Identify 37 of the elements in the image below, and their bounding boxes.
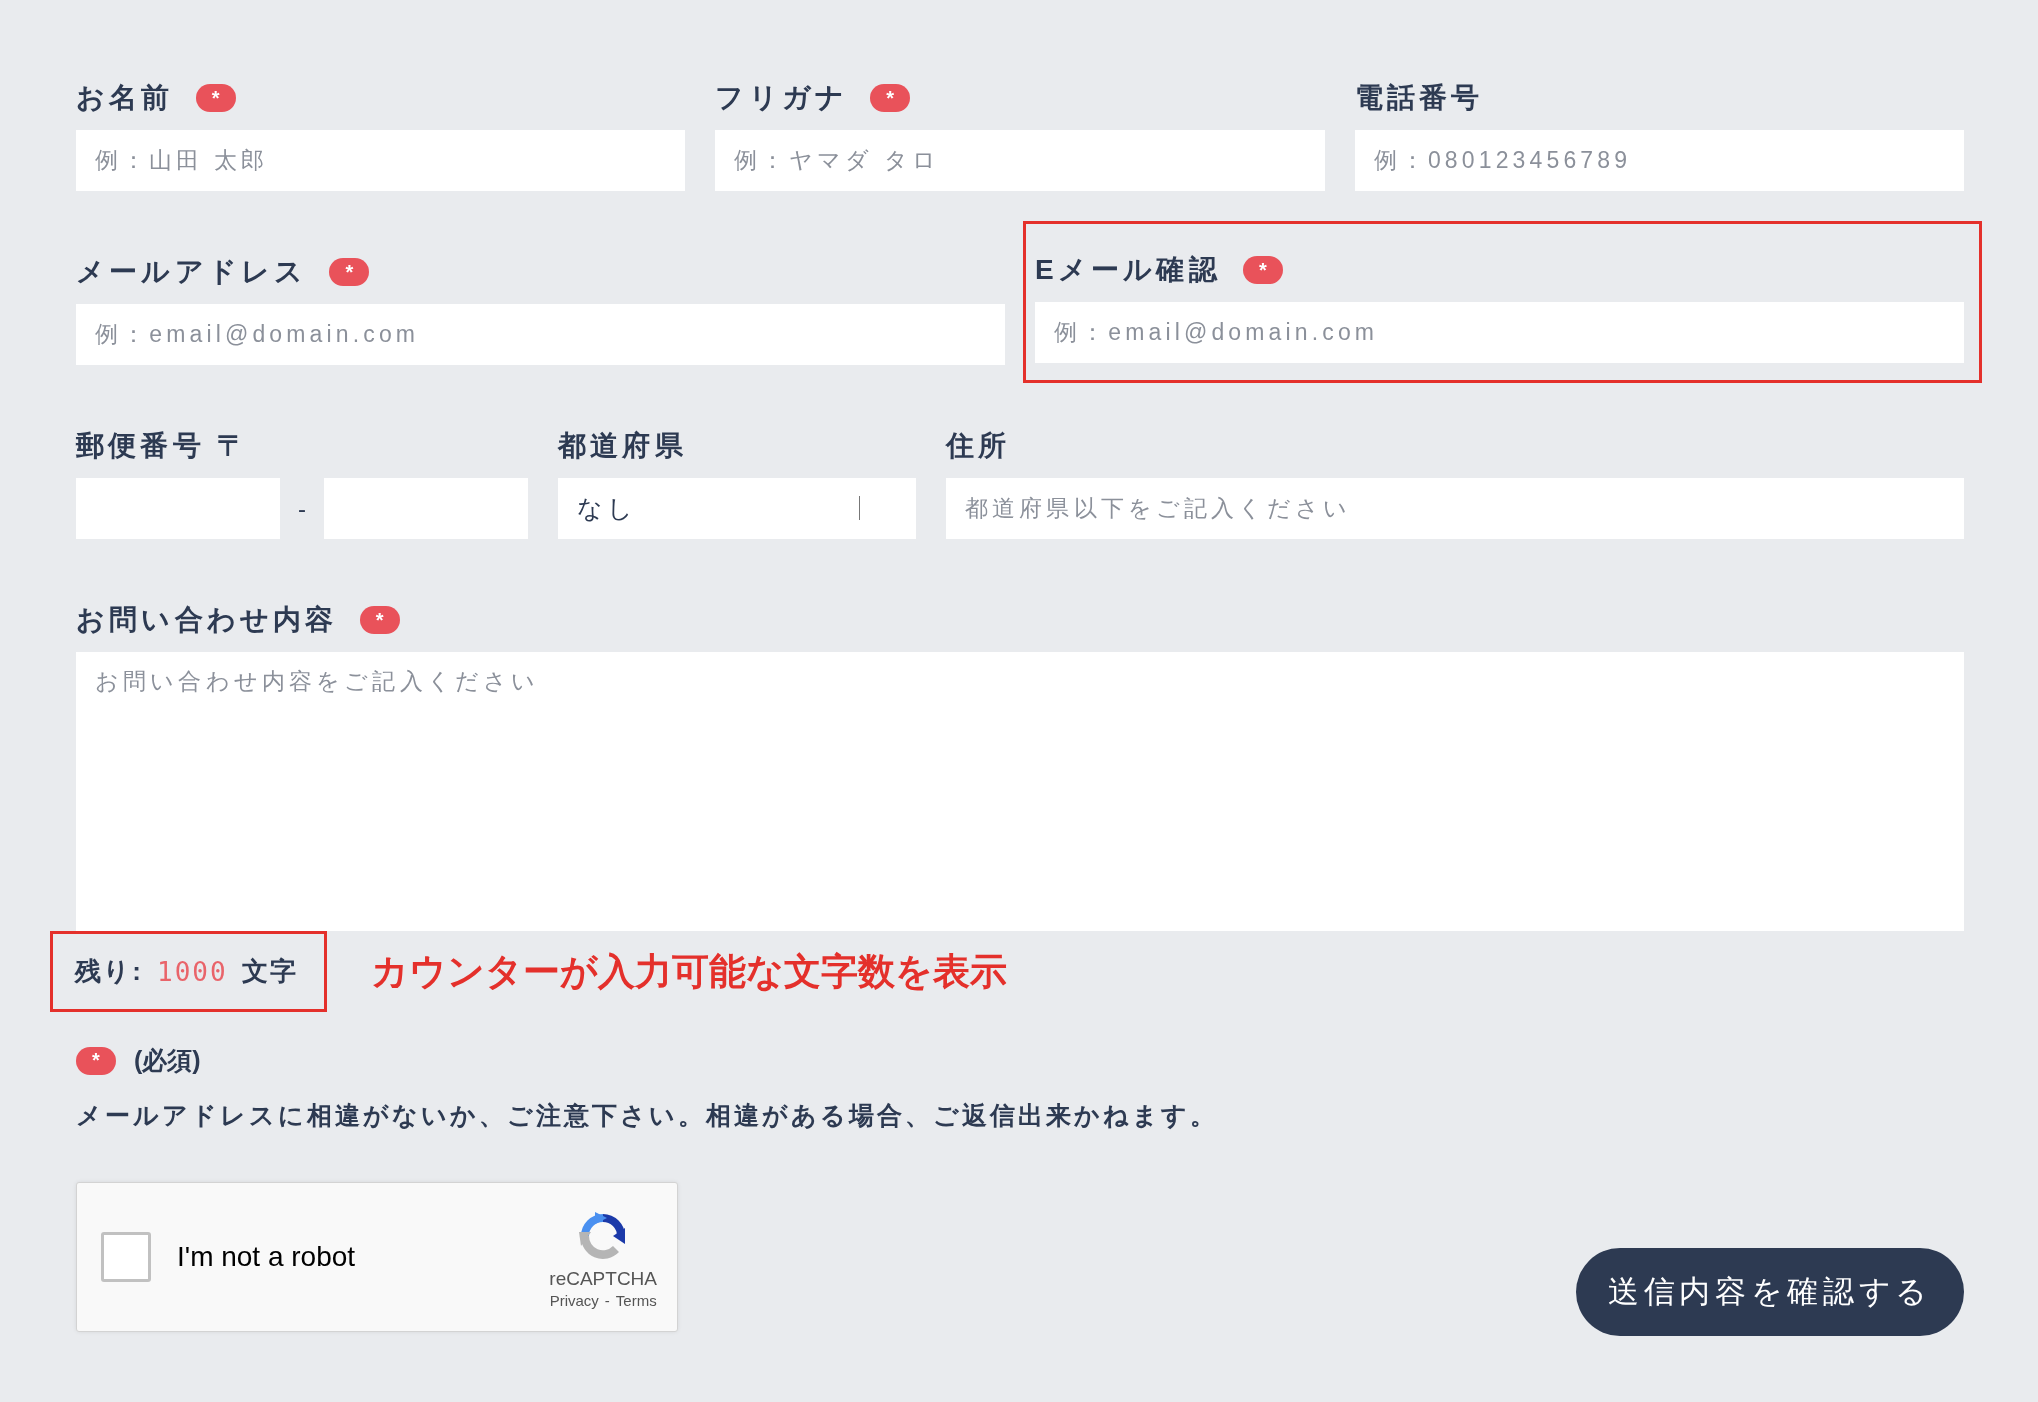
- counter-unit: 文字: [241, 955, 298, 988]
- link-separator: -: [604, 1291, 610, 1309]
- annotation-text: カウンターが入力可能な文字数を表示: [371, 949, 1007, 994]
- required-legend: (必須): [134, 1044, 201, 1077]
- field-label: お問い合わせ内容: [76, 603, 338, 637]
- dash-separator: -: [297, 494, 307, 523]
- required-badge: *: [76, 1046, 116, 1075]
- field-label: 電話番号: [1354, 81, 1484, 115]
- input-field[interactable]: 例：080123456789: [1354, 130, 1964, 191]
- required-badge: *: [1242, 256, 1283, 284]
- confirm-button[interactable]: 送信内容を確認する: [1576, 1248, 1964, 1336]
- captcha-label: I'm not a robot: [177, 1241, 357, 1273]
- message-textarea[interactable]: お問い合わせ内容をご記入ください: [76, 652, 1964, 931]
- input-field[interactable]: 例：email@domain.com: [1035, 302, 1964, 363]
- required-badge: *: [870, 84, 911, 112]
- field-label: 都道府県: [558, 429, 687, 463]
- notice-text: メールアドレスに相違がないか、ご注意下さい。相違がある場合、ご返信出来かねます。: [76, 1100, 1219, 1131]
- field-label: メールアドレス: [76, 255, 308, 289]
- counter-label: 残り:: [75, 955, 143, 988]
- captcha-link[interactable]: Privacy: [549, 1291, 599, 1309]
- field-label: 郵便番号 〒: [76, 429, 249, 463]
- captcha-brand: reCAPTCHA: [549, 1267, 657, 1290]
- input-field[interactable]: 都道府県以下をご記入ください: [946, 478, 1964, 539]
- required-badge: *: [359, 606, 400, 634]
- input-field[interactable]: 例：山田 太郎: [76, 130, 686, 191]
- character-count: 1000: [155, 956, 229, 987]
- required-badge: *: [329, 258, 370, 286]
- field-label: Eメール確認: [1035, 253, 1221, 287]
- field-label: お名前: [76, 81, 174, 115]
- required-badge: *: [195, 84, 236, 112]
- field-label: 住所: [946, 429, 1011, 463]
- prefecture-dropdown[interactable]: なし: [558, 478, 916, 539]
- captcha-link[interactable]: Terms: [615, 1291, 657, 1309]
- input-field[interactable]: 例：ヤマダ タロ: [715, 130, 1325, 191]
- field-label: フリガナ: [715, 81, 849, 115]
- captcha-checkbox[interactable]: [101, 1232, 151, 1282]
- input-field[interactable]: 例：email@domain.com: [76, 304, 1005, 365]
